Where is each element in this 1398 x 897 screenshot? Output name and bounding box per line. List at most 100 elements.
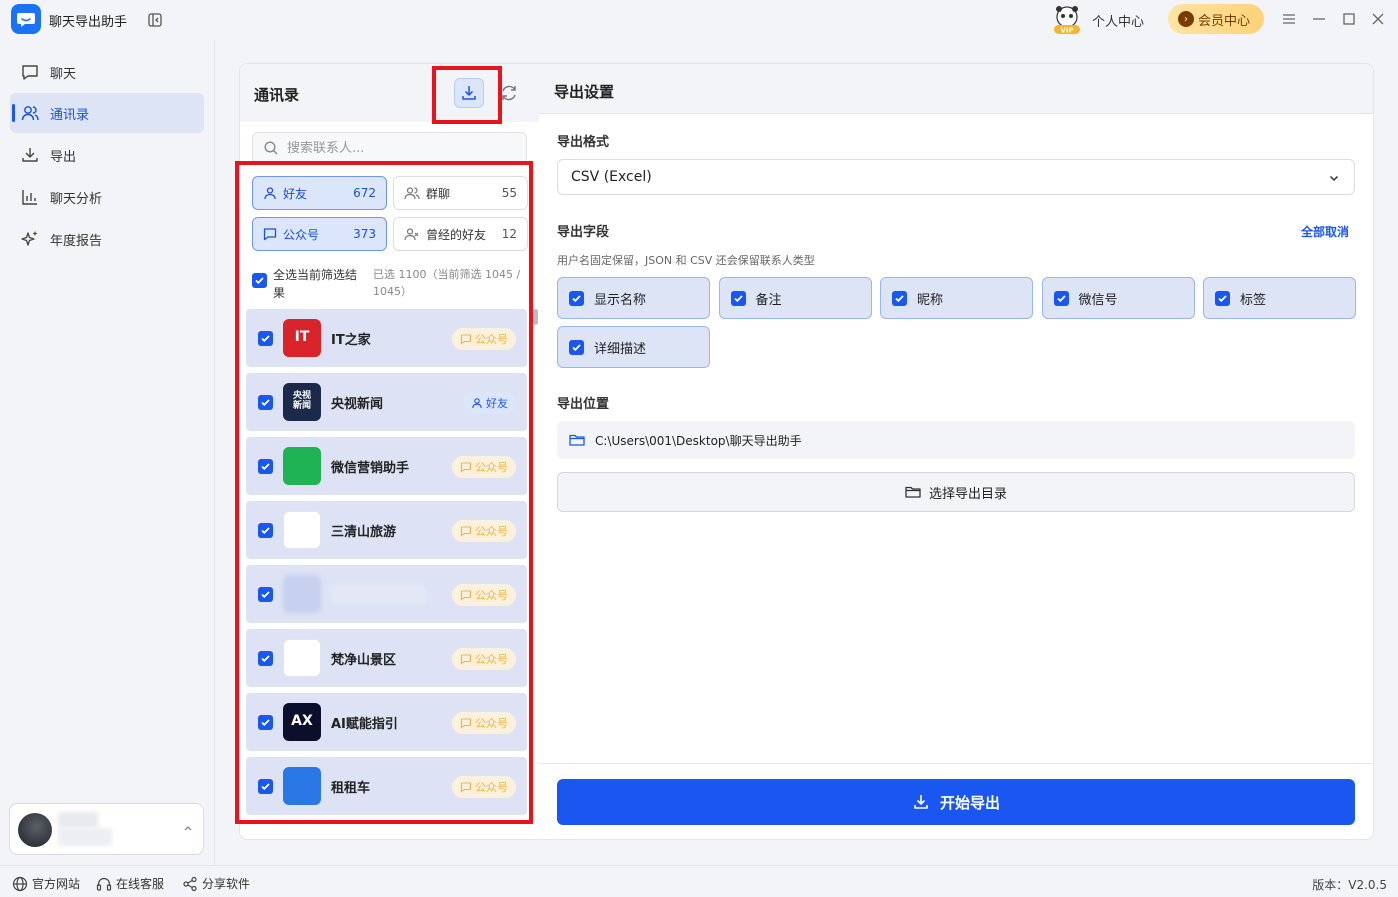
sidebar-item-contacts[interactable]: 通讯录 <box>10 93 204 133</box>
field-checkbox[interactable] <box>892 290 907 306</box>
contact-row[interactable]: 租租车 公众号 <box>246 757 527 815</box>
sidebar-item-label: 年度报告 <box>50 233 103 249</box>
contact-type-badge: 公众号 <box>452 520 516 542</box>
badge-label: 公众号 <box>475 717 508 730</box>
contact-type-badge: 公众号 <box>452 584 516 606</box>
filter-former-friends-button[interactable]: 曾经的好友 12 <box>393 217 528 251</box>
globe-icon <box>12 876 28 891</box>
contact-checkbox[interactable] <box>258 330 273 346</box>
export-field-option[interactable]: 显示名称 <box>557 277 710 319</box>
filter-count: 373 <box>353 227 376 241</box>
user-id-redacted <box>58 828 112 846</box>
sidebar-collapse-icon[interactable] <box>146 11 164 29</box>
refresh-icon[interactable] <box>498 82 520 104</box>
contact-name: 央视新闻 <box>331 396 384 412</box>
badge-label: 公众号 <box>475 653 508 666</box>
contact-row[interactable]: 梵净山景区 公众号 <box>246 629 527 687</box>
message-square-icon <box>460 718 472 729</box>
contact-checkbox[interactable] <box>258 394 273 410</box>
format-label: 导出格式 <box>557 135 610 150</box>
fields-hint: 用户名固定保留，JSON 和 CSV 还会保留联系人类型 <box>557 254 815 267</box>
maximize-icon[interactable] <box>1340 10 1358 28</box>
download-contacts-button[interactable] <box>454 78 484 108</box>
select-all-checkbox[interactable] <box>252 273 267 288</box>
scrollbar-thumb[interactable] <box>533 309 538 325</box>
field-label: 标签 <box>1240 292 1267 308</box>
sidebar: 聊天 通讯录 导出 聊天分析 年度报告 <box>0 40 215 865</box>
user-card[interactable] <box>9 803 204 855</box>
contact-row[interactable]: 微信营销助手 公众号 <box>246 437 527 495</box>
contact-name: IT之家 <box>331 332 371 348</box>
contact-avatar <box>283 639 321 677</box>
contact-checkbox[interactable] <box>258 522 273 538</box>
avatar-text: IT <box>294 329 310 346</box>
title-bar: 聊天导出助手 VIP 个人中心 › 会员中心 <box>0 0 1398 40</box>
export-field-option[interactable]: 微信号 <box>1041 277 1195 319</box>
user-name-redacted <box>58 812 98 828</box>
contact-checkbox[interactable] <box>258 778 273 794</box>
user-x-icon <box>404 228 419 241</box>
start-export-button[interactable]: 开始导出 <box>557 779 1355 825</box>
sidebar-item-annual-report[interactable]: 年度报告 <box>10 219 204 259</box>
sidebar-item-export[interactable]: 导出 <box>10 135 204 175</box>
contact-checkbox[interactable] <box>258 458 273 474</box>
contact-checkbox[interactable] <box>258 650 273 666</box>
contact-row[interactable]: 央视新闻 央视新闻 好友 <box>246 373 527 431</box>
field-checkbox[interactable] <box>1215 290 1230 306</box>
personal-center-link[interactable]: 个人中心 <box>1092 11 1144 30</box>
contacts-icon <box>21 106 39 121</box>
badge-label: 好友 <box>486 397 508 410</box>
bar-chart-icon <box>22 190 37 205</box>
export-path-display: C:\Users\001\Desktop\聊天导出助手 <box>557 421 1355 459</box>
download-icon <box>914 795 928 809</box>
footer: 官方网站 在线客服 分享软件 版本：V2.0.5 <box>0 865 1398 897</box>
sidebar-item-chat-analysis[interactable]: 聊天分析 <box>10 177 204 217</box>
export-field-option[interactable]: 备注 <box>718 277 872 319</box>
filter-groups-button[interactable]: 群聊 55 <box>393 176 528 210</box>
contact-row[interactable]: 三清山旅游 公众号 <box>246 501 527 559</box>
field-checkbox[interactable] <box>730 290 746 306</box>
contact-name-redacted <box>331 585 426 603</box>
select-all-label: 全选当前筛选结果 <box>273 268 358 300</box>
menu-icon[interactable] <box>1280 10 1298 28</box>
online-support-link[interactable]: 在线客服 <box>96 875 164 892</box>
contact-type-badge: 公众号 <box>452 648 516 670</box>
contact-type-badge: 公众号 <box>452 456 516 478</box>
filter-label: 好友 <box>283 186 308 201</box>
minimize-icon[interactable] <box>1310 10 1328 28</box>
search-input[interactable] <box>287 140 507 156</box>
contact-checkbox[interactable] <box>258 586 273 602</box>
share-software-link[interactable]: 分享软件 <box>182 875 250 892</box>
filter-official-accounts-button[interactable]: 公众号 373 <box>252 217 387 251</box>
export-field-option[interactable]: 昵称 <box>880 277 1033 319</box>
field-checkbox[interactable] <box>569 339 584 355</box>
contact-avatar <box>283 575 321 613</box>
select-all-row[interactable]: 全选当前筛选结果 已选 1100（当前筛选 1045 / 1045） <box>252 266 528 302</box>
field-label: 备注 <box>755 292 782 308</box>
official-website-link[interactable]: 官方网站 <box>12 875 80 892</box>
message-square-icon <box>460 462 472 473</box>
contact-checkbox[interactable] <box>258 714 273 730</box>
share-software-label: 分享软件 <box>202 877 251 891</box>
vip-center-button[interactable]: › 会员中心 <box>1168 4 1264 34</box>
format-select[interactable]: CSV (Excel) <box>557 159 1355 195</box>
group-icon <box>404 187 420 200</box>
badge-label: 公众号 <box>475 461 508 474</box>
start-export-label: 开始导出 <box>939 793 1000 812</box>
deselect-all-link[interactable]: 全部取消 <box>1301 223 1349 240</box>
badge-label: 公众号 <box>475 781 508 794</box>
vip-avatar-icon[interactable]: VIP <box>1050 5 1084 35</box>
choose-directory-button[interactable]: 选择导出目录 <box>557 472 1355 512</box>
close-icon[interactable] <box>1369 10 1387 28</box>
vip-center-label: 会员中心 <box>1198 13 1251 29</box>
field-checkbox[interactable] <box>569 290 584 306</box>
sidebar-item-chat[interactable]: 聊天 <box>10 52 204 92</box>
filter-friends-button[interactable]: 好友 672 <box>252 176 387 210</box>
export-field-option[interactable]: 标签 <box>1203 277 1356 319</box>
export-field-option[interactable]: 详细描述 <box>557 326 710 368</box>
field-checkbox[interactable] <box>1053 290 1069 306</box>
contact-row[interactable]: AX AI赋能指引 公众号 <box>246 693 527 751</box>
contact-row[interactable]: 公众号 <box>246 565 527 623</box>
search-box[interactable] <box>252 132 527 164</box>
contact-row[interactable]: IT IT之家 公众号 <box>246 309 527 367</box>
